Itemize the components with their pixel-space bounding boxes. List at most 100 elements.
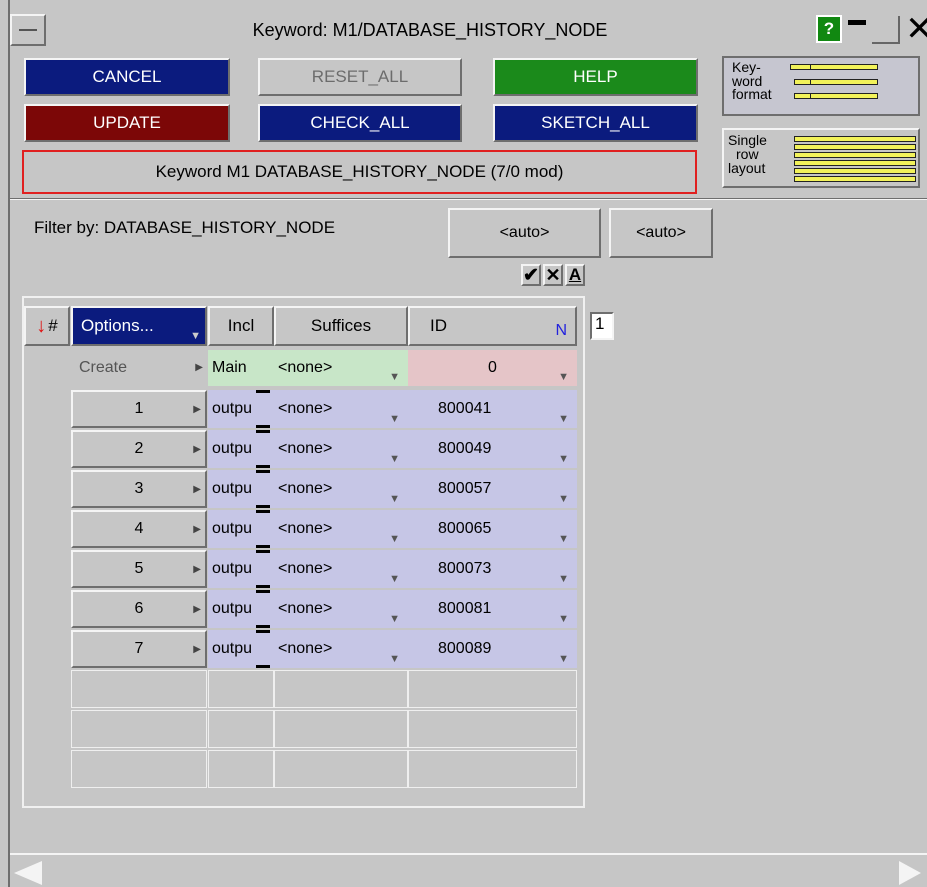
- row-menu-icon: ▶: [193, 524, 201, 535]
- dropdown-arrow-icon: ▼: [389, 413, 400, 425]
- sketch-all-button[interactable]: SKETCH_ALL: [493, 104, 698, 142]
- bar-icon: [256, 665, 270, 668]
- options-menu-header[interactable]: Options... ▼: [71, 306, 207, 346]
- single-row-label-3: layout: [728, 160, 766, 176]
- row-suffices-value: <none>: [278, 640, 333, 657]
- create-suffices-cell[interactable]: <none> ▼: [274, 350, 408, 386]
- dropdown-arrow-icon: ▼: [558, 613, 569, 625]
- data-table: ↓ # Options... ▼ Incl Suffices ID N Creat…: [22, 296, 585, 808]
- options-header-label: Options...: [81, 316, 154, 335]
- row-incl-value: outpu: [212, 600, 253, 617]
- suffices-header[interactable]: Suffices: [274, 306, 408, 346]
- bar-icon: [256, 390, 270, 393]
- empty-row-cell: [208, 670, 274, 708]
- row-id-value: 800073: [438, 560, 492, 577]
- title-bar: Keyword: M1/DATABASE_HISTORY_NODE ? ✕: [10, 12, 927, 48]
- close-button[interactable]: ✕: [902, 12, 927, 48]
- update-button[interactable]: UPDATE: [24, 104, 230, 142]
- bar-icon: [256, 630, 270, 633]
- row-incl-cell[interactable]: outpu: [208, 390, 274, 428]
- format-line-icon: [810, 64, 878, 70]
- row-id-cell[interactable]: 800041 ▼: [408, 390, 577, 428]
- create-row-button[interactable]: Create ▶: [71, 350, 207, 386]
- create-suffices-value: <none>: [278, 359, 333, 376]
- create-incl-cell[interactable]: Main: [208, 350, 274, 386]
- incl-header[interactable]: Incl: [208, 306, 274, 346]
- reset-all-button[interactable]: RESET_ALL: [258, 58, 462, 96]
- cancel-button[interactable]: CANCEL: [24, 58, 230, 96]
- filter-auto-button-1[interactable]: <auto>: [448, 208, 601, 258]
- row-menu-icon: ▶: [195, 362, 203, 373]
- row-id-cell[interactable]: 800089 ▼: [408, 630, 577, 668]
- row-id-value: 800065: [438, 520, 492, 537]
- row-suffices-value: <none>: [278, 600, 333, 617]
- keyword-format-toggle[interactable]: Key- word format: [722, 56, 920, 116]
- sort-hash-header[interactable]: ↓ #: [24, 306, 70, 346]
- row-menu-button[interactable]: 4 ▶: [71, 510, 207, 548]
- a-icon[interactable]: A: [565, 264, 585, 286]
- dropdown-arrow-icon: ▼: [389, 653, 400, 665]
- row-suffices-cell[interactable]: <none> ▼: [274, 430, 408, 468]
- row-suffices-cell[interactable]: <none> ▼: [274, 590, 408, 628]
- help-question-button[interactable]: ?: [816, 15, 842, 43]
- scroll-left-icon[interactable]: [14, 861, 42, 885]
- filter-auto-button-2[interactable]: <auto>: [609, 208, 713, 258]
- help-button[interactable]: HELP: [493, 58, 698, 96]
- row-incl-cell[interactable]: outpu: [208, 590, 274, 628]
- layout-line-icon: [794, 160, 916, 166]
- checkmark-icon[interactable]: ✔: [521, 264, 541, 286]
- row-id-cell[interactable]: 800081 ▼: [408, 590, 577, 628]
- row-menu-button[interactable]: 1 ▶: [71, 390, 207, 428]
- page-number-field[interactable]: 1: [590, 312, 614, 340]
- status-message: Keyword M1 DATABASE_HISTORY_NODE (7/0 mo…: [22, 150, 697, 194]
- row-suffices-cell[interactable]: <none> ▼: [274, 390, 408, 428]
- row-id-value: 800089: [438, 640, 492, 657]
- row-incl-value: outpu: [212, 440, 253, 457]
- sort-arrow-icon: ↓: [36, 314, 47, 337]
- minimize-button[interactable]: [846, 16, 870, 42]
- bar-icon: [256, 470, 270, 473]
- row-suffices-cell[interactable]: <none> ▼: [274, 470, 408, 508]
- row-suffices-cell[interactable]: <none> ▼: [274, 630, 408, 668]
- dropdown-arrow-icon: ▼: [558, 371, 569, 383]
- scroll-right-icon[interactable]: [899, 861, 921, 885]
- bar-icon: [256, 585, 270, 588]
- create-id-value: 0: [488, 359, 497, 376]
- row-id-cell[interactable]: 800065 ▼: [408, 510, 577, 548]
- hash-header-label: #: [48, 316, 58, 335]
- horizontal-scrollbar[interactable]: [10, 853, 927, 887]
- dropdown-arrow-icon: ▼: [389, 613, 400, 625]
- row-suffices-cell[interactable]: <none> ▼: [274, 550, 408, 588]
- row-incl-value: outpu: [212, 640, 253, 657]
- row-incl-value: outpu: [212, 400, 253, 417]
- row-incl-cell[interactable]: outpu: [208, 430, 274, 468]
- create-id-cell[interactable]: 0 ▼: [408, 350, 577, 386]
- row-menu-button[interactable]: 5 ▶: [71, 550, 207, 588]
- dropdown-arrow-icon: ▼: [558, 533, 569, 545]
- id-header-label: ID: [430, 316, 447, 335]
- maximize-button[interactable]: [872, 16, 900, 44]
- row-menu-button[interactable]: 6 ▶: [71, 590, 207, 628]
- row-suffices-value: <none>: [278, 480, 333, 497]
- check-all-button[interactable]: CHECK_ALL: [258, 104, 462, 142]
- row-menu-icon: ▶: [193, 484, 201, 495]
- row-menu-button[interactable]: 7 ▶: [71, 630, 207, 668]
- section-divider: [10, 198, 927, 200]
- dropdown-arrow-icon: ▼: [389, 493, 400, 505]
- row-incl-cell[interactable]: outpu: [208, 550, 274, 588]
- x-icon[interactable]: ✕: [543, 264, 563, 286]
- row-id-cell[interactable]: 800057 ▼: [408, 470, 577, 508]
- single-row-layout-toggle[interactable]: Single row layout: [722, 128, 920, 188]
- row-id-cell[interactable]: 800073 ▼: [408, 550, 577, 588]
- id-header[interactable]: ID N: [408, 306, 577, 346]
- row-incl-cell[interactable]: outpu: [208, 510, 274, 548]
- row-incl-cell[interactable]: outpu: [208, 630, 274, 668]
- window-menu-button[interactable]: [10, 14, 46, 46]
- row-id-cell[interactable]: 800049 ▼: [408, 430, 577, 468]
- dropdown-arrow-icon: ▼: [389, 371, 400, 383]
- row-menu-icon: ▶: [193, 444, 201, 455]
- row-menu-button[interactable]: 3 ▶: [71, 470, 207, 508]
- row-menu-button[interactable]: 2 ▶: [71, 430, 207, 468]
- row-incl-cell[interactable]: outpu: [208, 470, 274, 508]
- row-suffices-cell[interactable]: <none> ▼: [274, 510, 408, 548]
